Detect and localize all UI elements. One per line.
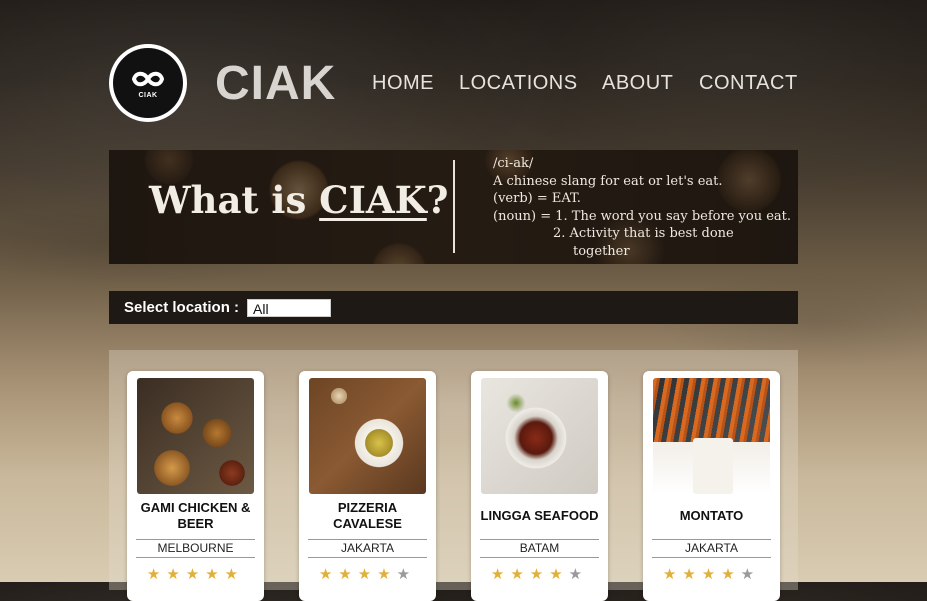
star-filled-icon: ★ [357, 566, 378, 583]
star-empty-icon: ★ [396, 566, 417, 583]
rating-stars: ★★★★★ [299, 565, 436, 583]
star-filled-icon: ★ [549, 566, 569, 583]
what-is-ciak-banner: What is CIAK? /ci-ak/ A chinese slang fo… [109, 150, 798, 264]
restaurant-location: BATAM [480, 539, 599, 558]
star-empty-icon: ★ [740, 566, 761, 583]
definition-line: A chinese slang for eat or let's eat. [493, 173, 723, 189]
star-filled-icon: ★ [701, 566, 722, 583]
definition-verb: (verb) = EAT. [493, 191, 581, 206]
restaurant-location: MELBOURNE [136, 539, 255, 558]
location-filter-label: Select location : [124, 299, 240, 316]
rating-stars: ★★★★★ [643, 565, 780, 583]
restaurant-name: MONTATO [679, 508, 744, 523]
location-filter-bar: Select location : All [109, 291, 798, 324]
logo-badge: CIAK [113, 48, 183, 118]
banner-title-suffix: ? [426, 178, 449, 222]
star-empty-icon: ★ [568, 566, 589, 583]
definition-noun-2: 2. Activity that is best done [553, 226, 734, 241]
nav-contact[interactable]: CONTACT [699, 72, 798, 95]
restaurant-name: PIZZERIA CAVALESE [333, 500, 402, 531]
banner-title-prefix: What is [149, 178, 320, 222]
ciak-definition: /ci-ak/ A chinese slang for eat or let's… [493, 155, 791, 260]
star-filled-icon: ★ [338, 566, 358, 583]
restaurant-location: JAKARTA [308, 539, 427, 558]
restaurant-card[interactable]: PIZZERIA CAVALESE JAKARTA ★★★★★ [299, 371, 436, 601]
star-filled-icon: ★ [205, 566, 225, 583]
banner-title-word: CIAK [319, 178, 427, 222]
crab-photo [481, 378, 598, 494]
banner-divider [453, 160, 455, 253]
restaurant-card[interactable]: GAMI CHICKEN & BEER MELBOURNE ★★★★★ [127, 371, 264, 601]
definition-noun: (noun) = 1. The word you say before you … [493, 208, 792, 224]
banner-title: What is CIAK? [149, 178, 448, 222]
star-filled-icon: ★ [529, 566, 550, 583]
star-filled-icon: ★ [224, 566, 245, 583]
restaurant-name: GAMI CHICKEN & BEER [140, 500, 251, 531]
star-filled-icon: ★ [318, 566, 339, 583]
restaurant-card[interactable]: LINGGA SEAFOOD BATAM ★★★★★ [471, 371, 608, 601]
star-filled-icon: ★ [721, 566, 741, 583]
restaurant-list: GAMI CHICKEN & BEER MELBOURNE ★★★★★ PIZZ… [109, 350, 798, 601]
brand-title[interactable]: CIAK [215, 56, 336, 112]
fried-chicken-photo [137, 378, 254, 494]
logo-text: CIAK [138, 91, 158, 99]
star-filled-icon: ★ [377, 566, 397, 583]
restaurant-name: LINGGA SEAFOOD [480, 508, 599, 523]
infinity-icon [131, 71, 165, 86]
star-filled-icon: ★ [682, 566, 702, 583]
rating-stars: ★★★★★ [471, 565, 608, 583]
ciak-logo[interactable]: CIAK [109, 44, 187, 122]
rating-stars: ★★★★★ [127, 565, 264, 583]
nav-home[interactable]: HOME [372, 72, 434, 95]
star-filled-icon: ★ [166, 566, 186, 583]
definition-noun-3: together [573, 243, 630, 259]
nav-locations[interactable]: LOCATIONS [459, 72, 578, 95]
star-filled-icon: ★ [185, 566, 206, 583]
fries-cone [693, 438, 733, 494]
star-filled-icon: ★ [662, 566, 683, 583]
nav-about[interactable]: ABOUT [602, 72, 673, 95]
definition-pronunciation: /ci-ak/ [493, 156, 534, 171]
pasta-photo [309, 378, 426, 494]
restaurant-card[interactable]: MONTATO JAKARTA ★★★★★ [643, 371, 780, 601]
star-filled-icon: ★ [510, 566, 530, 583]
star-filled-icon: ★ [146, 566, 167, 583]
restaurant-location: JAKARTA [652, 539, 771, 558]
fries-photo [653, 378, 770, 494]
star-filled-icon: ★ [490, 566, 511, 583]
location-select[interactable]: All [247, 298, 332, 317]
